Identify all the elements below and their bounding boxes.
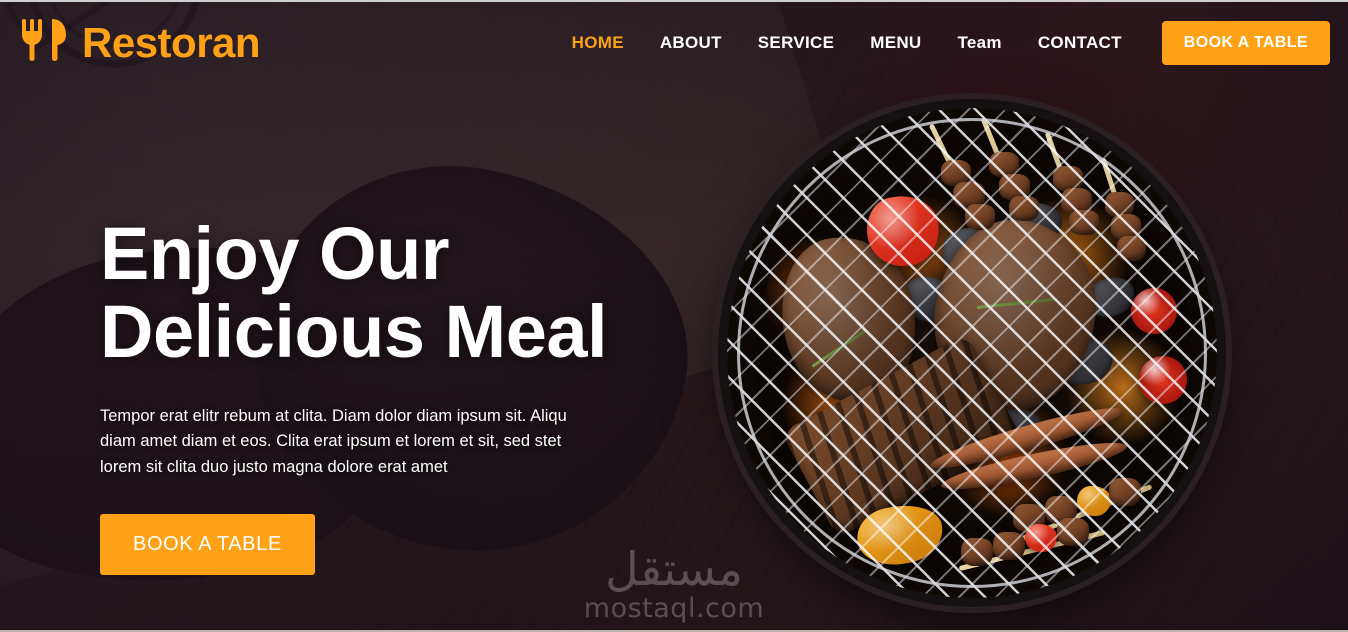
site-header: Restoran HOME ABOUT SERVICE MENU Team CO… — [0, 0, 1348, 85]
nav-item-contact[interactable]: CONTACT — [1020, 33, 1140, 53]
fork-and-knife-icon — [18, 17, 76, 68]
hero-book-a-table-button[interactable]: BOOK A TABLE — [100, 513, 315, 575]
grill-rim — [727, 108, 1217, 598]
nav-item-team[interactable]: Team — [940, 33, 1020, 53]
nav-item-home[interactable]: HOME — [554, 33, 642, 53]
grill-photo — [727, 108, 1217, 598]
nav-item-menu[interactable]: MENU — [852, 33, 939, 53]
nav-item-service[interactable]: SERVICE — [740, 33, 852, 53]
hero-title: Enjoy Our Delicious Meal — [100, 212, 620, 374]
hero-paragraph: Tempor erat elitr rebum at clita. Diam d… — [100, 406, 567, 476]
main-navigation: HOME ABOUT SERVICE MENU Team CONTACT BOO… — [554, 20, 1330, 65]
hero-section: Enjoy Our Delicious Meal Tempor erat eli… — [100, 212, 620, 575]
hero-title-line-2: Delicious Meal — [100, 290, 608, 374]
logo-link[interactable]: Restoran — [18, 17, 261, 68]
logo-text: Restoran — [82, 18, 261, 66]
nav-item-about[interactable]: ABOUT — [642, 33, 740, 53]
header-book-a-table-button[interactable]: BOOK A TABLE — [1161, 20, 1330, 65]
page-root: Restoran HOME ABOUT SERVICE MENU Team CO… — [0, 0, 1348, 632]
hero-title-line-1: Enjoy Our — [100, 212, 450, 295]
